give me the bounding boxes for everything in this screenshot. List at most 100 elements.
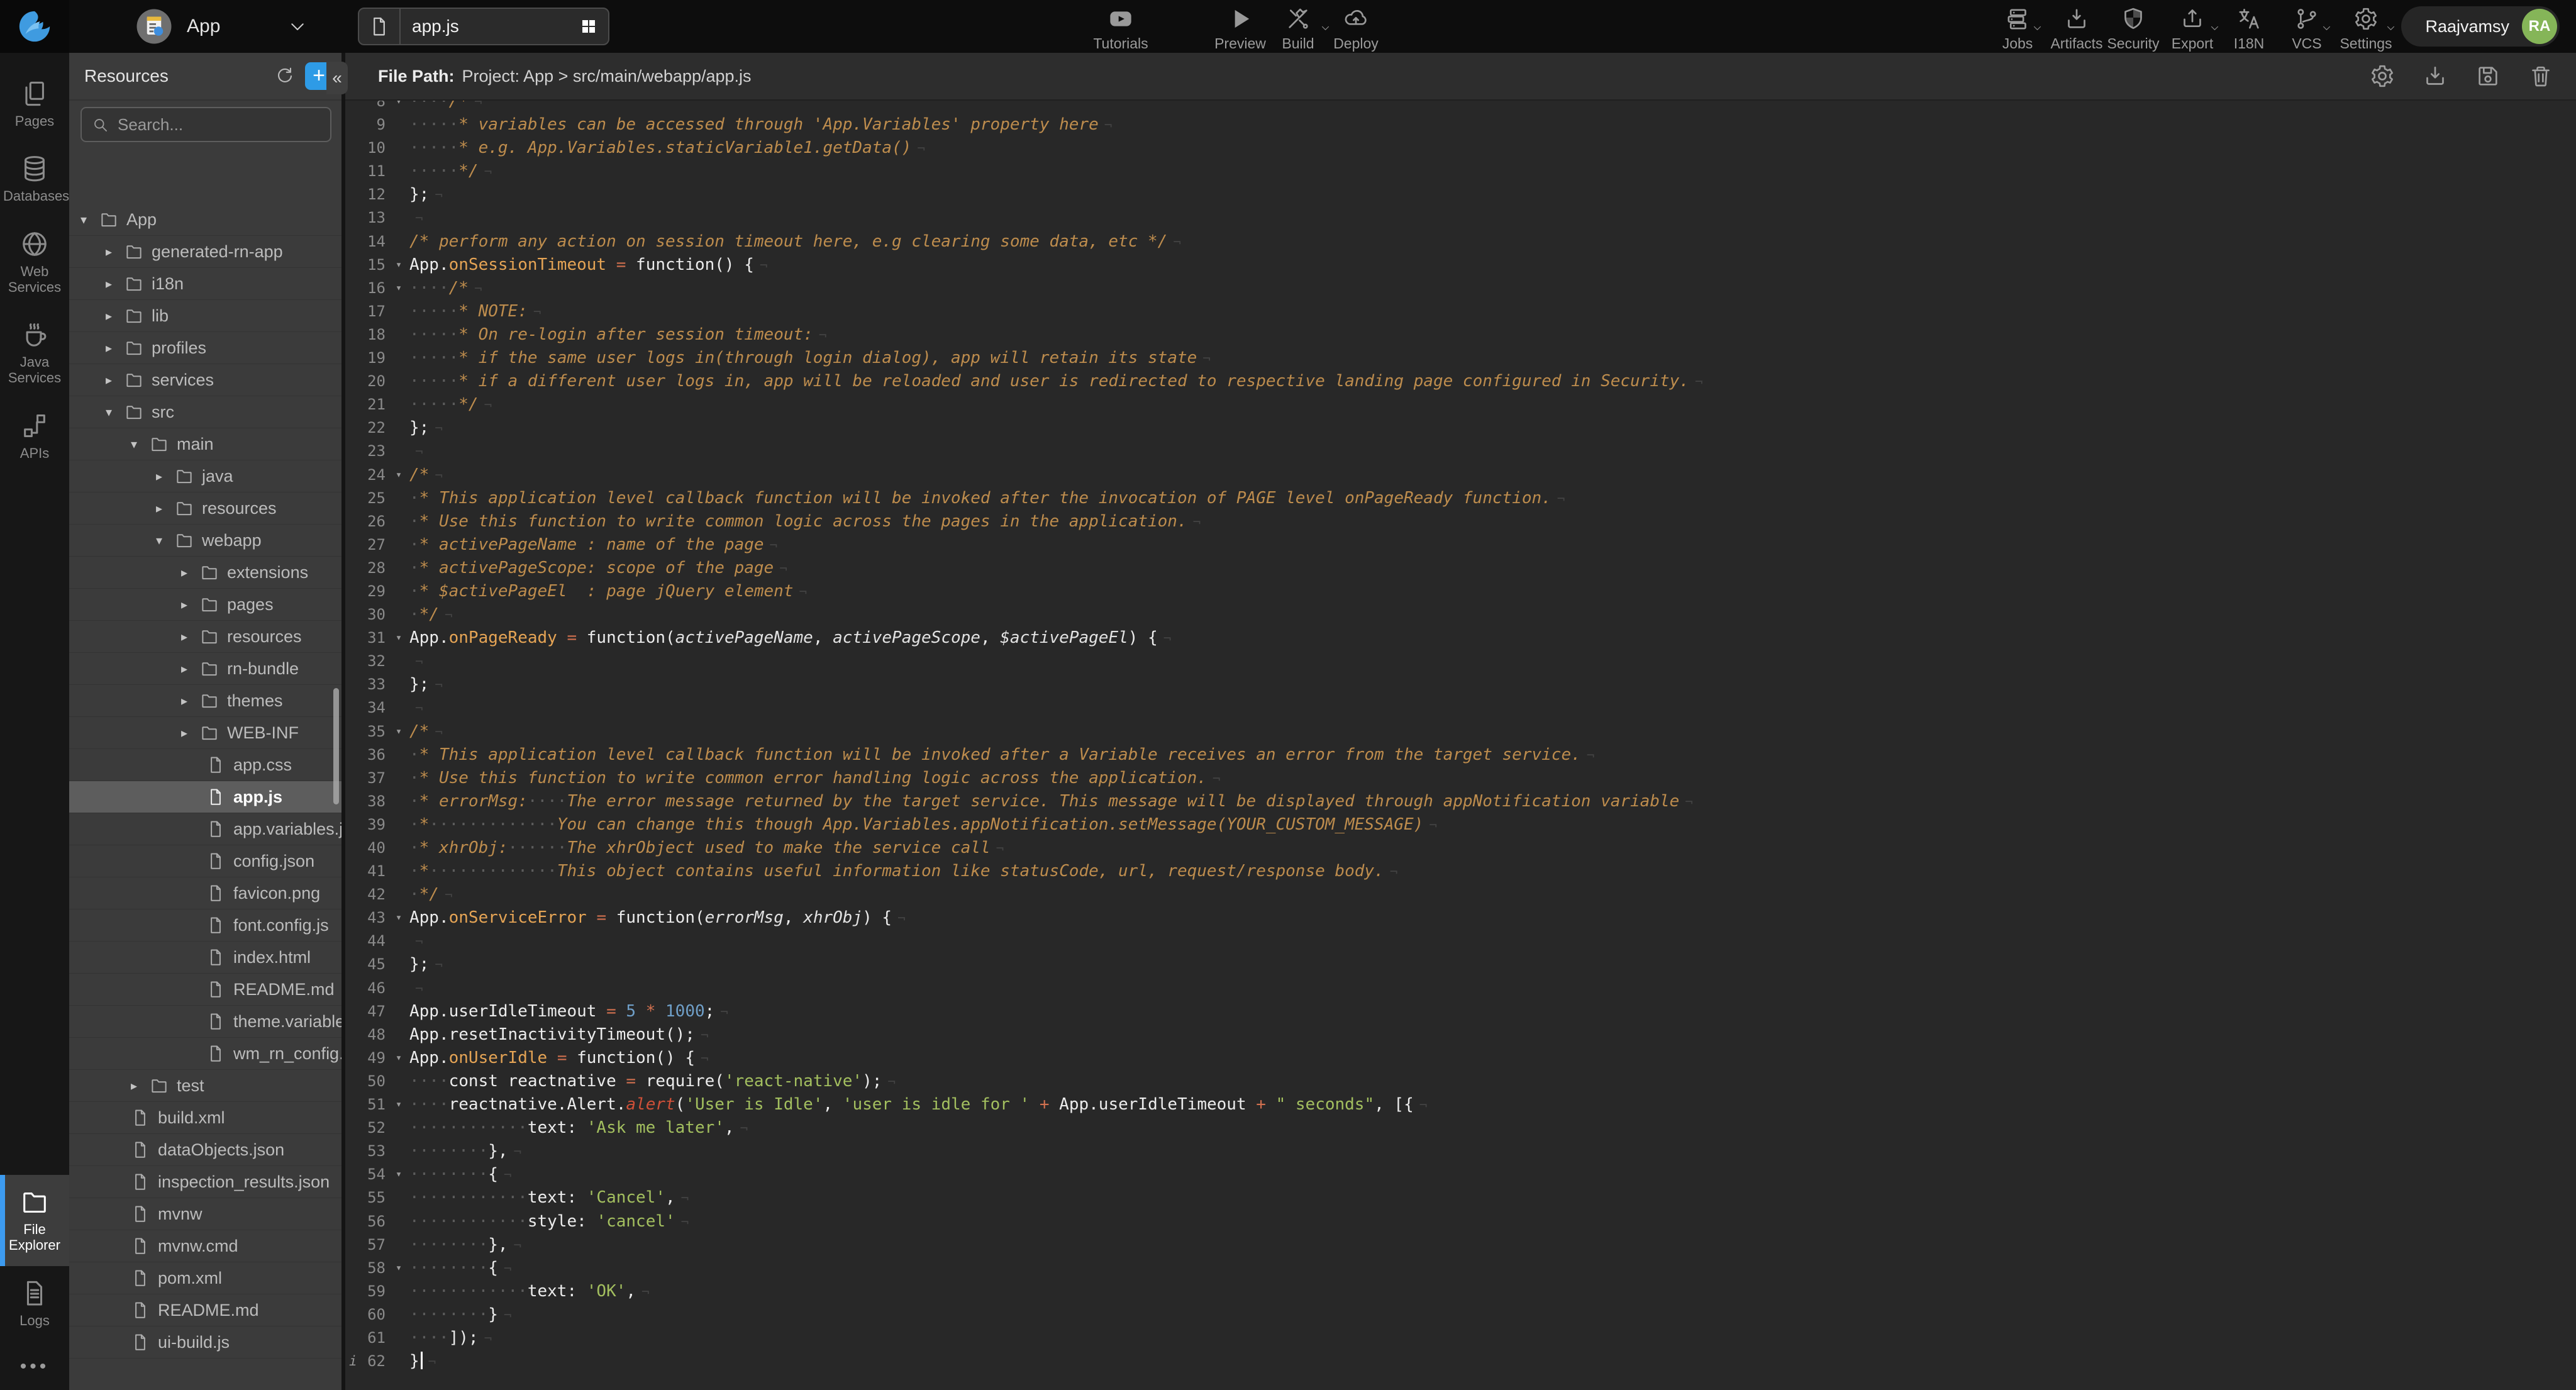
toolbar-item-settings[interactable]: Settings xyxy=(2334,6,2397,52)
collapse-panel-button[interactable]: « xyxy=(326,62,348,94)
tree-item-theme-variables[interactable]: theme.variables. xyxy=(69,1006,341,1038)
code-line-38[interactable]: 38·* errorMsg:····The error message retu… xyxy=(345,790,2576,813)
code-line-46[interactable]: 46 xyxy=(345,977,2576,1000)
fold-marker-icon[interactable]: ▾ xyxy=(388,1163,409,1186)
code-line-50[interactable]: 50····const reactnative = require('react… xyxy=(345,1070,2576,1093)
code-line-32[interactable]: 32 xyxy=(345,650,2576,673)
code-line-content[interactable] xyxy=(409,696,2576,720)
code-line-41[interactable]: 41·*·············This object contains us… xyxy=(345,860,2576,883)
code-line-content[interactable]: ····/* xyxy=(409,101,2576,113)
fold-marker-icon[interactable]: ▾ xyxy=(388,1093,409,1116)
code-line-content[interactable]: ·* errorMsg:····The error message return… xyxy=(409,790,2576,813)
code-line-57[interactable]: 57········}, xyxy=(345,1233,2576,1257)
tree-item-build-xml[interactable]: build.xml xyxy=(69,1102,341,1134)
expand-arrow-icon[interactable]: ▸ xyxy=(181,661,200,677)
collapse-arrow-icon[interactable]: ▾ xyxy=(106,404,125,420)
code-line-content[interactable] xyxy=(409,977,2576,1000)
tree-item-pages[interactable]: ▸pages xyxy=(69,589,341,621)
expand-arrow-icon[interactable]: ▸ xyxy=(156,469,175,484)
code-line-21[interactable]: 21·····*/ xyxy=(345,393,2576,416)
code-line-13[interactable]: 13 xyxy=(345,206,2576,230)
sidebar-item-file-explorer[interactable]: File Explorer xyxy=(0,1175,69,1266)
code-line-14[interactable]: 14/* perform any action on session timeo… xyxy=(345,230,2576,253)
code-line-29[interactable]: 29·* $activePageEl : page jQuery element xyxy=(345,580,2576,603)
tree-item-inspection-results-json[interactable]: inspection_results.json xyxy=(69,1166,341,1198)
collapse-arrow-icon[interactable]: ▾ xyxy=(156,533,175,548)
code-line-53[interactable]: 53········}, xyxy=(345,1140,2576,1163)
code-line-18[interactable]: 18·····* On re-login after session timeo… xyxy=(345,323,2576,347)
code-line-content[interactable]: App.onSessionTimeout = function() { xyxy=(409,253,2576,277)
code-line-28[interactable]: 28·* activePageScope: scope of the page xyxy=(345,557,2576,580)
tree-item-web-inf[interactable]: ▸WEB-INF xyxy=(69,717,341,749)
code-line-content[interactable]: }; xyxy=(409,416,2576,440)
tree-item-i18n[interactable]: ▸i18n xyxy=(69,268,341,300)
code-line-content[interactable]: ·* $activePageEl : page jQuery element xyxy=(409,580,2576,603)
tree-item-index-html[interactable]: index.html xyxy=(69,942,341,974)
code-line-content[interactable]: /* xyxy=(409,720,2576,743)
tree-item-themes[interactable]: ▸themes xyxy=(69,685,341,717)
code-line-19[interactable]: 19·····* if the same user logs in(throug… xyxy=(345,347,2576,370)
collapse-arrow-icon[interactable]: ▾ xyxy=(131,436,150,452)
chevron-down-icon[interactable] xyxy=(288,17,307,36)
expand-arrow-icon[interactable]: ▸ xyxy=(181,565,200,581)
code-line-60[interactable]: 60········} xyxy=(345,1303,2576,1326)
fold-marker-icon[interactable]: ▾ xyxy=(388,906,409,930)
code-line-35[interactable]: 35▾/* xyxy=(345,720,2576,743)
sidebar-item-java-services[interactable]: Java Services xyxy=(0,308,69,399)
code-line-51[interactable]: 51▾····reactnative.Alert.alert('User is … xyxy=(345,1093,2576,1116)
toolbar-item-vcs[interactable]: VCS xyxy=(2278,6,2336,52)
code-line-22[interactable]: 22}; xyxy=(345,416,2576,440)
code-line-45[interactable]: 45}; xyxy=(345,953,2576,976)
fold-marker-icon[interactable]: ▾ xyxy=(388,253,409,277)
tree-item-extensions[interactable]: ▸extensions xyxy=(69,557,341,589)
tree-item-readme-md[interactable]: README.md xyxy=(69,1294,341,1326)
code-line-content[interactable]: App.resetInactivityTimeout(); xyxy=(409,1023,2576,1047)
code-line-61[interactable]: 61····]); xyxy=(345,1326,2576,1350)
tree-scrollbar[interactable] xyxy=(333,688,339,804)
toolbar-item-i18n[interactable]: I18N xyxy=(2220,6,2278,52)
tree-item-app-variables-js[interactable]: app.variables.js xyxy=(69,813,341,845)
editor-settings-button[interactable] xyxy=(2370,64,2395,89)
delete-file-button[interactable] xyxy=(2528,64,2553,89)
tree-item-services[interactable]: ▸services xyxy=(69,364,341,396)
code-line-content[interactable]: }; xyxy=(409,953,2576,976)
toolbar-item-artifacts[interactable]: Artifacts xyxy=(2045,6,2108,52)
fold-marker-icon[interactable]: ▾ xyxy=(388,277,409,300)
code-line-15[interactable]: 15▾App.onSessionTimeout = function() { xyxy=(345,253,2576,277)
tree-item-lib[interactable]: ▸lib xyxy=(69,300,341,332)
code-editor[interactable]: 8▾····/*9·····* variables can be accesse… xyxy=(345,101,2576,1390)
code-line-content[interactable]: ·····* NOTE: xyxy=(409,300,2576,323)
code-line-33[interactable]: 33}; xyxy=(345,673,2576,696)
toolbar-item-deploy[interactable]: Deploy xyxy=(1312,6,1400,52)
code-line-content[interactable]: ·* This application level callback funct… xyxy=(409,487,2576,510)
tree-item-favicon-png[interactable]: favicon.png xyxy=(69,877,341,909)
expand-arrow-icon[interactable]: ▸ xyxy=(181,725,200,741)
sidebar-item-pages[interactable]: Pages xyxy=(0,67,69,142)
code-line-62[interactable]: i62} xyxy=(345,1350,2576,1373)
code-line-content[interactable]: /* perform any action on session timeout… xyxy=(409,230,2576,253)
code-line-content[interactable]: ····const reactnative = require('react-n… xyxy=(409,1070,2576,1093)
tree-item-app[interactable]: ▾App xyxy=(69,204,341,236)
code-line-content[interactable]: } xyxy=(409,1350,2576,1373)
tree-item-pom-xml[interactable]: pom.xml xyxy=(69,1262,341,1294)
tree-item-java[interactable]: ▸java xyxy=(69,460,341,492)
code-line-content[interactable]: ·····*/ xyxy=(409,393,2576,416)
app-selector[interactable]: App xyxy=(135,0,307,53)
toolbar-item-tutorials[interactable]: Tutorials xyxy=(1077,6,1165,52)
code-line-content[interactable]: ····reactnative.Alert.alert('User is Idl… xyxy=(409,1093,2576,1116)
code-line-content[interactable]: ········{ xyxy=(409,1163,2576,1186)
tree-item-main[interactable]: ▾main xyxy=(69,428,341,460)
tree-item-config-json[interactable]: config.json xyxy=(69,845,341,877)
fold-marker-icon[interactable]: ▾ xyxy=(388,626,409,650)
code-line-content[interactable]: ·*·············You can change this thoug… xyxy=(409,813,2576,837)
code-line-content[interactable]: ·* Use this function to write common log… xyxy=(409,510,2576,533)
expand-arrow-icon[interactable]: ▸ xyxy=(181,629,200,645)
search-input[interactable] xyxy=(116,114,330,135)
tab-app-js[interactable]: app.js xyxy=(358,8,609,45)
code-line-43[interactable]: 43▾App.onServiceError = function(errorMs… xyxy=(345,906,2576,930)
fold-marker-icon[interactable]: ▾ xyxy=(388,101,409,113)
code-line-content[interactable]: ·*·············This object contains usef… xyxy=(409,860,2576,883)
code-line-content[interactable]: ····/* xyxy=(409,277,2576,300)
sidebar-item-apis[interactable]: APIs xyxy=(0,399,69,474)
code-line-content[interactable]: ·*/ xyxy=(409,603,2576,626)
